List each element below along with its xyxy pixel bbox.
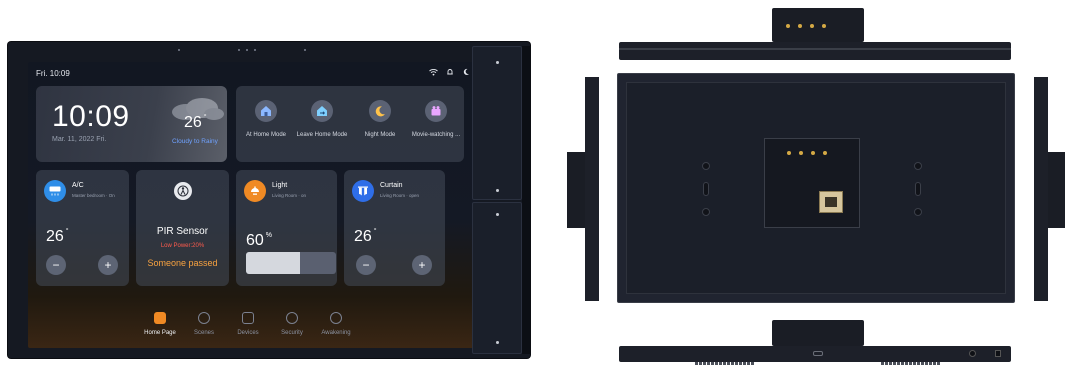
- status-date-time: Fri. 10:09: [36, 69, 70, 78]
- panel-front-view: Fri. 10:09 10:09 Mar. 11, 2022 Fri. 26°: [8, 42, 530, 358]
- wifi-icon: [429, 68, 438, 78]
- rear-view: [617, 73, 1015, 303]
- nav-security[interactable]: Security: [270, 312, 314, 336]
- left-edge-view: [585, 77, 599, 301]
- light-brightness-fill: [246, 252, 300, 274]
- home-icon: [255, 100, 277, 122]
- clock-weather-card[interactable]: 10:09 Mar. 11, 2022 Fri. 26 ° Cloudy to R…: [36, 86, 227, 162]
- nav-scenes[interactable]: Scenes: [182, 312, 226, 336]
- curtain-icon: [352, 180, 374, 202]
- moon-icon: [369, 100, 391, 122]
- side-key-rail: [472, 42, 530, 358]
- devices-icon: [242, 312, 254, 324]
- curtain-decrease-button[interactable]: −: [356, 255, 376, 275]
- light-brightness-slider[interactable]: [246, 252, 336, 274]
- camera-sensor-dots: [178, 49, 328, 53]
- ac-temperature: 26 °: [46, 228, 69, 245]
- home-icon: [154, 312, 166, 324]
- bottom-edge-view: [619, 346, 1011, 365]
- lower-side-key[interactable]: [472, 202, 522, 354]
- bottom-navigation: Home Page Scenes Devices Security Awaken…: [138, 312, 378, 342]
- bottom-bracket-block: [772, 320, 864, 346]
- moon-icon[interactable]: [462, 68, 470, 78]
- motion-sensor-icon: [174, 182, 192, 200]
- top-edge-view: [619, 42, 1011, 60]
- nav-devices[interactable]: Devices: [226, 312, 270, 336]
- mode-night[interactable]: Night Mode: [352, 100, 408, 138]
- ac-decrease-button[interactable]: −: [46, 255, 66, 275]
- mode-at-home[interactable]: At Home Mode: [238, 100, 294, 138]
- shield-icon: [286, 312, 298, 324]
- pir-sensor-card[interactable]: PIR Sensor Low Power:20% Someone passed: [136, 170, 229, 286]
- speaker-grille-right: [881, 352, 941, 365]
- mode-leave-home[interactable]: Leave Home Mode: [294, 100, 350, 138]
- speaker-grille-left: [695, 352, 755, 365]
- weather-temperature: 26 °: [184, 114, 207, 131]
- clock-time: 10:09: [52, 100, 130, 133]
- rear-mount-plate: [764, 138, 860, 228]
- ac-card[interactable]: A/C Master bedroom · On 26 ° − +: [36, 170, 129, 286]
- clock-date: Mar. 11, 2022 Fri.: [52, 136, 107, 143]
- light-brightness-value: 60%: [246, 232, 273, 249]
- status-bar: Fri. 10:09: [36, 68, 470, 81]
- lamp-icon: [244, 180, 266, 202]
- touch-screen: Fri. 10:09 10:09 Mar. 11, 2022 Fri. 26°: [28, 62, 478, 348]
- scenes-icon: [198, 312, 210, 324]
- ac-increase-button[interactable]: +: [98, 255, 118, 275]
- top-connector-block: [772, 8, 864, 42]
- curtain-card[interactable]: Curtain Living Room · open 26 ° − +: [344, 170, 445, 286]
- bell-icon[interactable]: [446, 68, 454, 78]
- air-conditioner-icon: [44, 180, 66, 202]
- ethernet-port: [819, 191, 843, 213]
- movie-icon: [425, 100, 447, 122]
- left-bracket: [567, 152, 585, 228]
- upper-side-key[interactable]: [472, 46, 522, 200]
- curtain-increase-button[interactable]: +: [412, 255, 432, 275]
- nav-home-page[interactable]: Home Page: [138, 312, 182, 336]
- nav-awakening[interactable]: Awakening: [314, 312, 358, 336]
- right-edge-view: [1034, 77, 1048, 301]
- light-card[interactable]: Light Living Room · on 60%: [236, 170, 337, 286]
- usb-port: [813, 351, 823, 356]
- pir-battery-status: Low Power:20%: [160, 243, 205, 249]
- weather-description: Cloudy to Rainy: [172, 138, 218, 145]
- leave-home-icon: [311, 100, 333, 122]
- mode-movie-watching[interactable]: Movie-watching ...: [408, 100, 464, 138]
- pir-detection-status: Someone passed: [147, 258, 218, 268]
- right-bracket: [1048, 152, 1065, 228]
- scene-modes-card: At Home Mode Leave Home Mode Night Mode …: [236, 86, 464, 162]
- awakening-icon: [330, 312, 342, 324]
- curtain-value: 26 °: [354, 228, 377, 245]
